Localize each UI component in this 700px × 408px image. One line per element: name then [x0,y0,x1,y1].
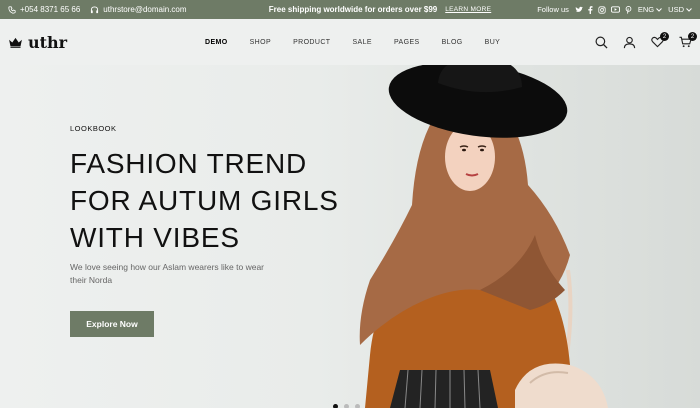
logo[interactable]: uthr [8,33,194,52]
explore-now-button[interactable]: Explore Now [70,311,154,337]
email-address: uthrstore@domain.com [103,5,187,14]
nav-blog[interactable]: BLOG [431,39,474,46]
support-icon [91,5,99,13]
slider-dot-2[interactable] [344,404,349,408]
youtube-icon[interactable] [610,6,620,13]
instagram-icon[interactable] [598,5,606,14]
twitter-icon[interactable] [575,6,583,13]
shipping-promo: Free shipping worldwide for orders over … [268,5,438,14]
chevron-down-icon [656,7,663,12]
slider-dot-1[interactable] [333,404,338,408]
wishlist-count-badge: 2 [660,32,669,41]
main-nav: DEMO SHOP PRODUCT SALE PAGES BLOG BUY [194,39,592,46]
search-icon[interactable] [595,36,608,49]
nav-sale[interactable]: SALE [341,39,383,46]
chevron-down-icon [686,7,692,12]
user-icon[interactable] [623,36,636,49]
crown-icon [9,37,22,48]
nav-demo[interactable]: DEMO [194,39,239,46]
slider-dot-3[interactable] [355,404,360,408]
logo-text: uthr [28,32,68,52]
hero-eyebrow: LOOKBOOK [70,124,117,133]
learn-more-link[interactable]: LEARN MORE [445,6,491,13]
language-value: ENG [637,5,655,14]
nav-shop[interactable]: SHOP [239,39,282,46]
nav-product[interactable]: PRODUCT [282,39,341,46]
pinterest-icon[interactable] [625,5,632,14]
email-contact[interactable]: uthrstore@domain.com [90,5,187,14]
site-header: uthr DEMO SHOP PRODUCT SALE PAGES BLOG B… [0,19,700,65]
currency-value: USD [668,5,684,14]
headline-line-1: FASHION TREND [70,148,308,179]
top-bar: +054 8371 65 66 uthrstore@domain.com Fre… [0,0,700,19]
nav-pages[interactable]: PAGES [383,39,431,46]
hero-model-image [359,65,608,408]
hero-headline: FASHION TREND FOR AUTUM GIRLS WITH VIBES [70,145,370,256]
phone-icon [8,5,16,14]
hero-description: We love seeing how our Aslam wearers lik… [70,262,265,285]
phone-number: +054 8371 65 66 [20,5,81,14]
cart-button[interactable]: 2 [679,32,697,48]
facebook-icon[interactable] [588,5,593,14]
nav-buy[interactable]: BUY [474,39,512,46]
currency-selector[interactable]: USD [668,5,692,14]
headline-line-3: WITH VIBES [70,222,240,253]
follow-us-label: Follow us [537,5,569,14]
headline-line-2: FOR AUTUM GIRLS [70,185,339,216]
language-selector[interactable]: ENG [637,5,663,14]
hero-banner: LOOKBOOK FASHION TREND FOR AUTUM GIRLS W… [0,65,700,408]
slider-dots [333,404,360,408]
cart-count-badge: 2 [688,32,697,41]
phone-contact[interactable]: +054 8371 65 66 [8,5,80,14]
wishlist-button[interactable]: 2 [651,32,669,48]
